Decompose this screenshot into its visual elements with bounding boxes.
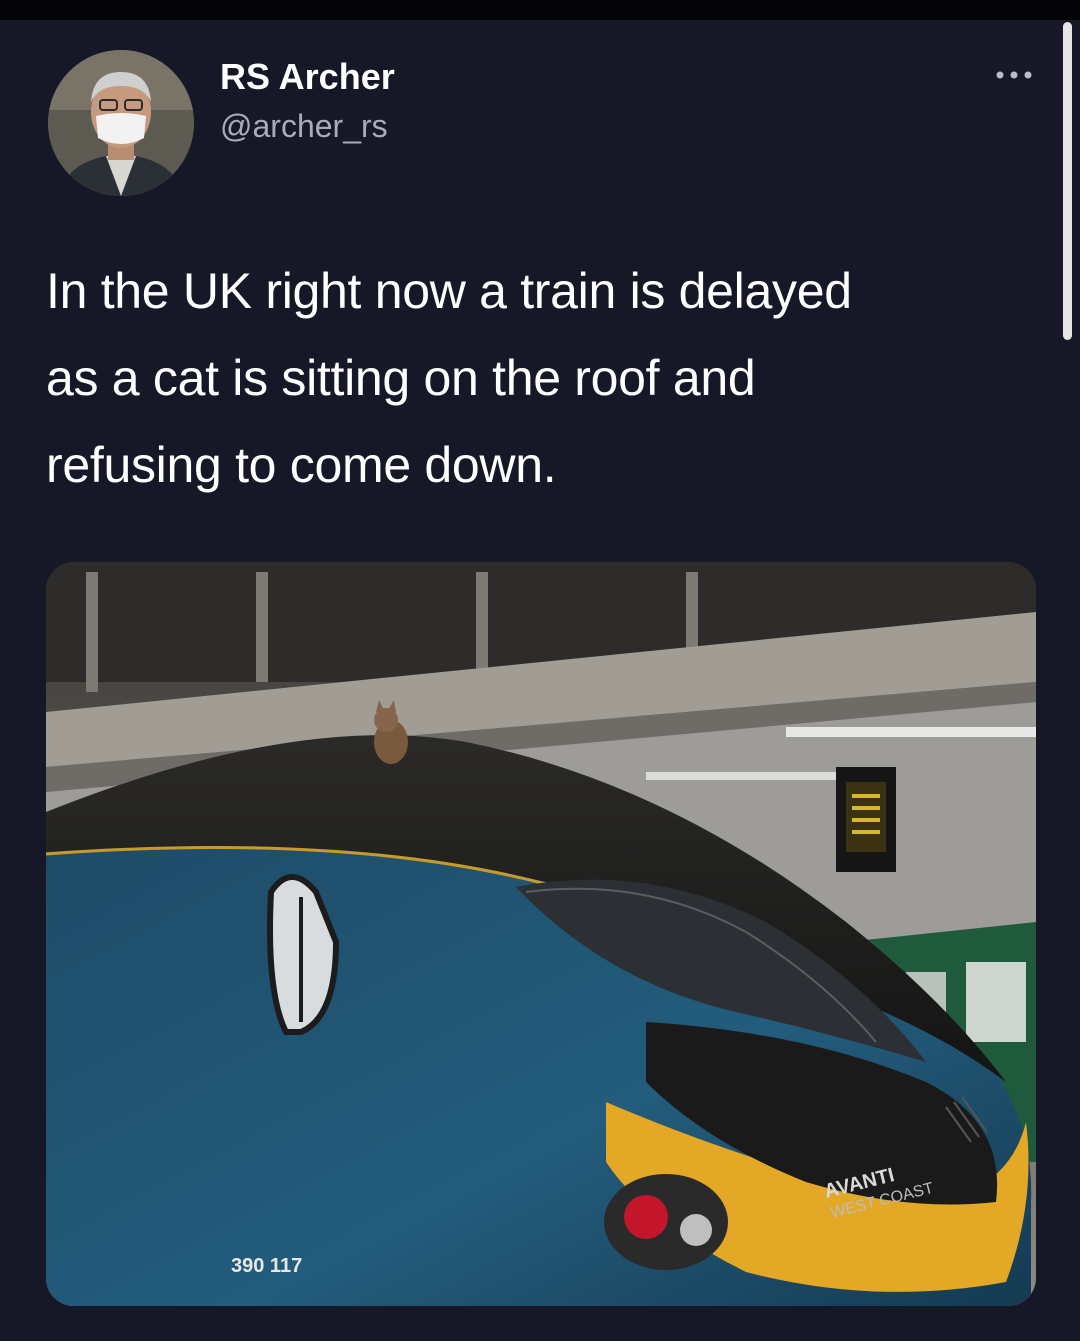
- profile-avatar[interactable]: [48, 50, 194, 196]
- author-name[interactable]: RS Archer: [220, 56, 395, 98]
- tweet-text-line: In the UK right now a train is delayed: [46, 263, 852, 319]
- status-bar: [0, 0, 1080, 20]
- author-handle[interactable]: @archer_rs: [220, 108, 388, 145]
- tweet-text: In the UK right now a train is delayed a…: [46, 248, 1046, 509]
- tweet-card: RS Archer @archer_rs In the UK right now…: [0, 20, 1080, 1341]
- tweet-text-line: as a cat is sitting on the roof and: [46, 350, 756, 406]
- train-number: 390 117: [231, 1255, 302, 1277]
- tweet-photo[interactable]: AVANTI WEST COAST 390 117: [46, 562, 1036, 1306]
- tweet-text-line: refusing to come down.: [46, 437, 557, 493]
- more-options-icon[interactable]: [990, 60, 1038, 90]
